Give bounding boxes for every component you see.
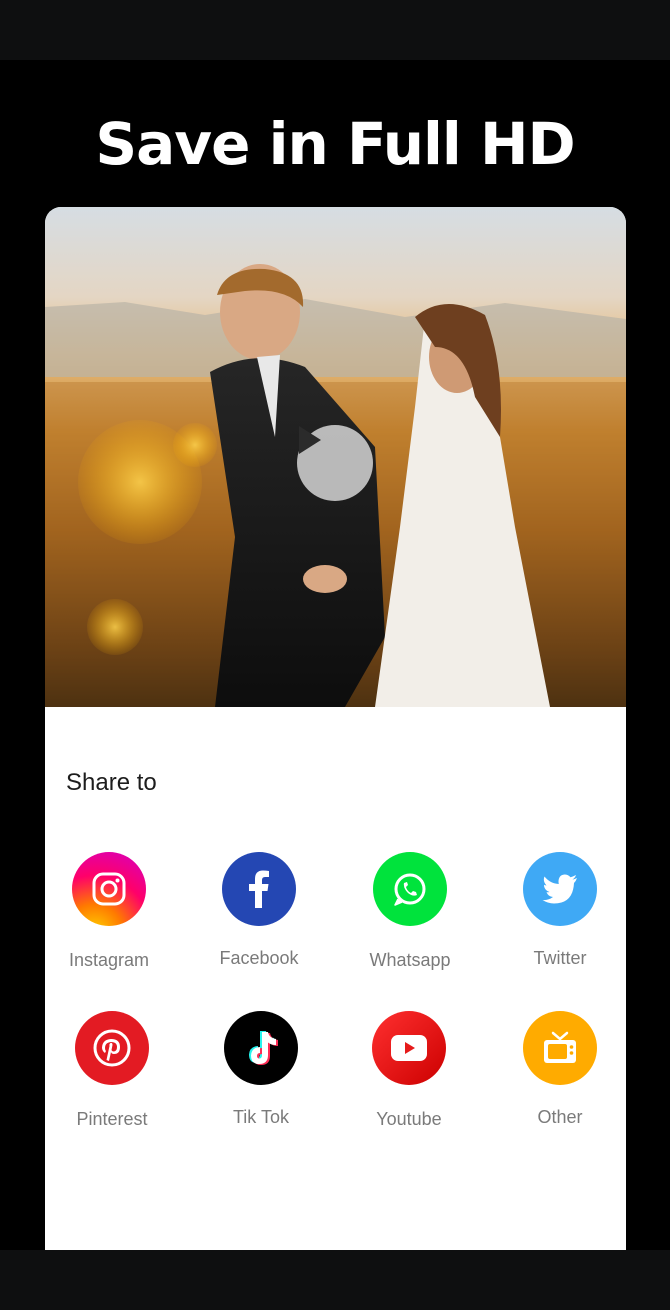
- tiktok-icon: [224, 1011, 298, 1085]
- video-preview[interactable]: [45, 207, 626, 707]
- play-icon: [299, 426, 321, 454]
- share-label: Facebook: [219, 948, 299, 968]
- navigation-bar: [0, 1250, 670, 1310]
- share-label: Tik Tok: [232, 1107, 289, 1127]
- facebook-icon: [222, 852, 296, 926]
- share-label: Youtube: [376, 1109, 442, 1129]
- play-button[interactable]: [297, 425, 373, 501]
- share-youtube[interactable]: Youtube: [339, 1011, 479, 1141]
- share-label: Twitter: [533, 948, 587, 968]
- share-twitter[interactable]: Twitter: [490, 852, 626, 982]
- share-label: Other: [537, 1107, 583, 1127]
- status-bar: [0, 0, 670, 60]
- share-instagram[interactable]: Instagram: [45, 852, 179, 982]
- share-label: Pinterest: [76, 1109, 148, 1129]
- instagram-icon: [72, 852, 146, 926]
- youtube-icon: [372, 1011, 446, 1085]
- share-label: Whatsapp: [369, 950, 451, 970]
- share-facebook[interactable]: Facebook: [189, 852, 329, 982]
- twitter-icon: [523, 852, 597, 926]
- share-other[interactable]: Other: [490, 1011, 626, 1141]
- share-tiktok[interactable]: Tik Tok: [191, 1011, 331, 1141]
- page-title: Save in Full HD: [95, 110, 575, 178]
- share-card: Share to Instagram Facebook Whatsapp Twi…: [45, 207, 626, 1250]
- tv-icon: [523, 1011, 597, 1085]
- share-pinterest[interactable]: Pinterest: [45, 1011, 182, 1141]
- share-title: Share to: [66, 769, 157, 796]
- share-label: Instagram: [68, 950, 150, 970]
- pinterest-icon: [75, 1011, 149, 1085]
- whatsapp-icon: [373, 852, 447, 926]
- share-whatsapp[interactable]: Whatsapp: [340, 852, 480, 982]
